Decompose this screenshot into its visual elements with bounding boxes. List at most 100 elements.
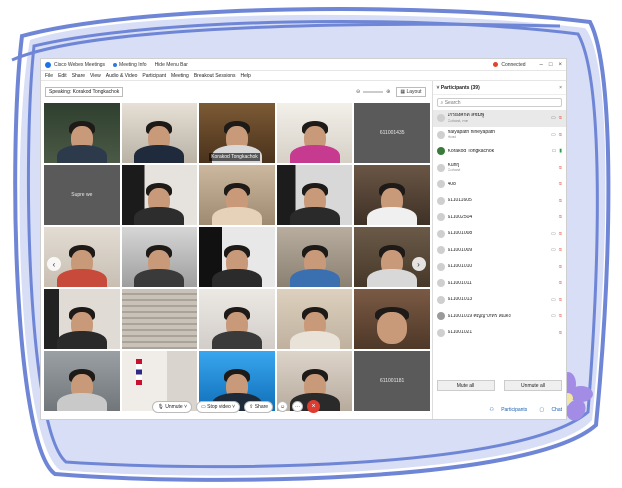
- video-grid: Korakod Tongkachok 611001435 Supre we 61…: [44, 103, 430, 411]
- video-stage: Speaking: Korakod Tongkachok ⊖ ⊕ ▦ Layou…: [41, 81, 432, 419]
- video-tile[interactable]: [276, 289, 353, 349]
- close-window-button[interactable]: ×: [558, 62, 562, 68]
- participant-row[interactable]: 611002504 ⦸: [433, 209, 566, 226]
- participant-actions: Mute all Unmute all: [436, 380, 562, 391]
- close-panel-button[interactable]: ×: [559, 85, 562, 91]
- muted-mic-icon[interactable]: ⦸: [559, 181, 562, 187]
- menu-help[interactable]: Help: [241, 73, 251, 79]
- muted-mic-icon[interactable]: ⦸: [559, 280, 562, 286]
- connection-status[interactable]: Connected: [493, 62, 526, 68]
- menu-edit[interactable]: Edit: [58, 73, 67, 79]
- video-tile[interactable]: [199, 227, 275, 287]
- muted-mic-icon[interactable]: ⦸: [559, 313, 562, 319]
- participant-row[interactable]: 611001011 ⦸: [433, 275, 566, 292]
- hide-menu-bar-button[interactable]: Hide Menu Bar: [155, 62, 188, 68]
- video-tile-name-only[interactable]: Supre we: [44, 165, 120, 225]
- video-tile-name-only[interactable]: 611001435: [354, 103, 430, 163]
- active-speaker-name: Korakod Tongkachok: [209, 153, 260, 161]
- zoom-out-icon: ⊖: [355, 89, 361, 95]
- video-tile[interactable]: [354, 289, 430, 349]
- video-tile[interactable]: [276, 103, 353, 163]
- muted-mic-icon[interactable]: ⦸: [559, 247, 562, 253]
- unmute-button[interactable]: 🎙︎ Unmute ˅: [152, 400, 193, 413]
- avatar: [436, 328, 445, 337]
- video-icon: ▭: [551, 115, 556, 122]
- participant-row[interactable]: 611011605 ⦸: [433, 193, 566, 210]
- menu-meeting[interactable]: Meeting: [171, 73, 189, 79]
- video-tile[interactable]: [121, 165, 198, 225]
- video-tile[interactable]: [121, 227, 198, 287]
- muted-mic-icon[interactable]: ⦸: [559, 132, 562, 138]
- participant-row[interactable]: naiyapath nirleyapath Host ▭ ⦸: [433, 127, 566, 144]
- webex-logo-icon: [45, 61, 51, 68]
- microphone-icon: 🎙︎: [157, 403, 164, 410]
- participant-row[interactable]: 611001010 ⦸: [433, 259, 566, 276]
- restore-button[interactable]: □: [549, 62, 553, 68]
- muted-mic-icon[interactable]: ⦸: [559, 115, 562, 121]
- avatar: [436, 180, 445, 189]
- video-tile[interactable]: [121, 289, 198, 349]
- participant-row[interactable]: 611001013 ▭ ⦸: [433, 292, 566, 309]
- muted-mic-icon[interactable]: ⦸: [559, 297, 562, 303]
- participants-toggle-button[interactable]: ⚇ Participants: [483, 407, 527, 413]
- leave-meeting-button[interactable]: ×: [307, 400, 321, 413]
- muted-mic-icon[interactable]: ⦸: [559, 165, 562, 171]
- menu-share[interactable]: Share: [72, 73, 85, 79]
- flag-icon: [135, 359, 142, 385]
- next-page-button[interactable]: ›: [411, 257, 426, 271]
- video-tile-active-speaker[interactable]: Korakod Tongkachok: [199, 103, 275, 163]
- participant-row[interactable]: Korakod Tongkachok ▭ ▮: [433, 143, 566, 160]
- video-icon: ▭: [551, 247, 556, 254]
- mute-all-button[interactable]: Mute all: [436, 380, 495, 391]
- zoom-slider[interactable]: ⊖ ⊕: [356, 89, 390, 95]
- video-tile[interactable]: [44, 289, 120, 349]
- participant-row[interactable]: 611001021 ⦸: [433, 325, 566, 342]
- avatar: [436, 246, 445, 255]
- participant-row[interactable]: 611001009 ▭ ⦸: [433, 242, 566, 259]
- webex-window: Cisco Webex Meetings Meeting Info Hide M…: [40, 58, 567, 420]
- menu-view[interactable]: View: [90, 73, 101, 79]
- previous-page-button[interactable]: ‹: [47, 257, 61, 271]
- menu-participant[interactable]: Participant: [142, 73, 166, 79]
- share-button[interactable]: ⇪ Share: [244, 400, 274, 413]
- video-tile[interactable]: [276, 165, 353, 225]
- meeting-info-button[interactable]: Meeting Info: [113, 62, 147, 68]
- video-tile[interactable]: [199, 289, 275, 349]
- chat-toggle-button[interactable]: ▢ Chat: [533, 407, 562, 413]
- video-tile[interactable]: [44, 103, 120, 163]
- menu-file[interactable]: File: [45, 73, 53, 79]
- zoom-in-icon: ⊕: [386, 89, 391, 95]
- participant-row[interactable]: 611001019 ศิญญาภัทร สีแตง ▭ ⦸: [433, 308, 566, 325]
- muted-mic-icon[interactable]: ⦸: [559, 264, 562, 270]
- menu-bar: File Edit Share View Audio & Video Parti…: [41, 71, 566, 81]
- participant-row[interactable]: 611001008 ▭ ⦸: [433, 226, 566, 243]
- title-bar: Cisco Webex Meetings Meeting Info Hide M…: [41, 59, 566, 71]
- layout-button[interactable]: ▦ Layout: [396, 87, 426, 97]
- avatar: [436, 196, 445, 205]
- video-tile[interactable]: [276, 227, 353, 287]
- video-tile[interactable]: [354, 165, 430, 225]
- mic-icon[interactable]: ▮: [559, 148, 562, 154]
- meeting-controls: 🎙︎ Unmute ˅ ▭ Stop video ˅ ⇪ Share ☺ ···…: [41, 400, 432, 413]
- avatar: [436, 229, 445, 238]
- participant-row[interactable]: Kunrj Cohost ⦸: [433, 160, 566, 177]
- muted-mic-icon[interactable]: ⦸: [559, 198, 562, 204]
- reactions-button[interactable]: ☺: [277, 401, 289, 412]
- video-tile[interactable]: [121, 103, 198, 163]
- stop-video-button[interactable]: ▭ Stop video ˅: [196, 400, 241, 413]
- menu-audio-video[interactable]: Audio & Video: [106, 73, 138, 79]
- menu-breakout-sessions[interactable]: Breakout Sessions: [194, 73, 236, 79]
- camera-icon: ▭: [201, 403, 206, 410]
- video-tile[interactable]: [199, 165, 275, 225]
- avatar: [436, 163, 445, 172]
- participant-row[interactable]: เกรียงศักดิ์ สีชมพู Cohost, me ▭ ⦸: [432, 110, 566, 127]
- muted-mic-icon[interactable]: ⦸: [559, 231, 562, 237]
- more-options-button[interactable]: ···: [292, 401, 304, 412]
- unmute-all-button[interactable]: Unmute all: [504, 380, 562, 391]
- participant-row[interactable]: 408 ⦸: [433, 176, 566, 193]
- minimize-button[interactable]: –: [540, 62, 543, 68]
- share-icon: ⇪: [249, 403, 254, 410]
- muted-mic-icon[interactable]: ⦸: [559, 214, 562, 220]
- muted-mic-icon[interactable]: ⦸: [559, 330, 562, 336]
- participant-search-input[interactable]: ⌕ Search: [436, 98, 562, 107]
